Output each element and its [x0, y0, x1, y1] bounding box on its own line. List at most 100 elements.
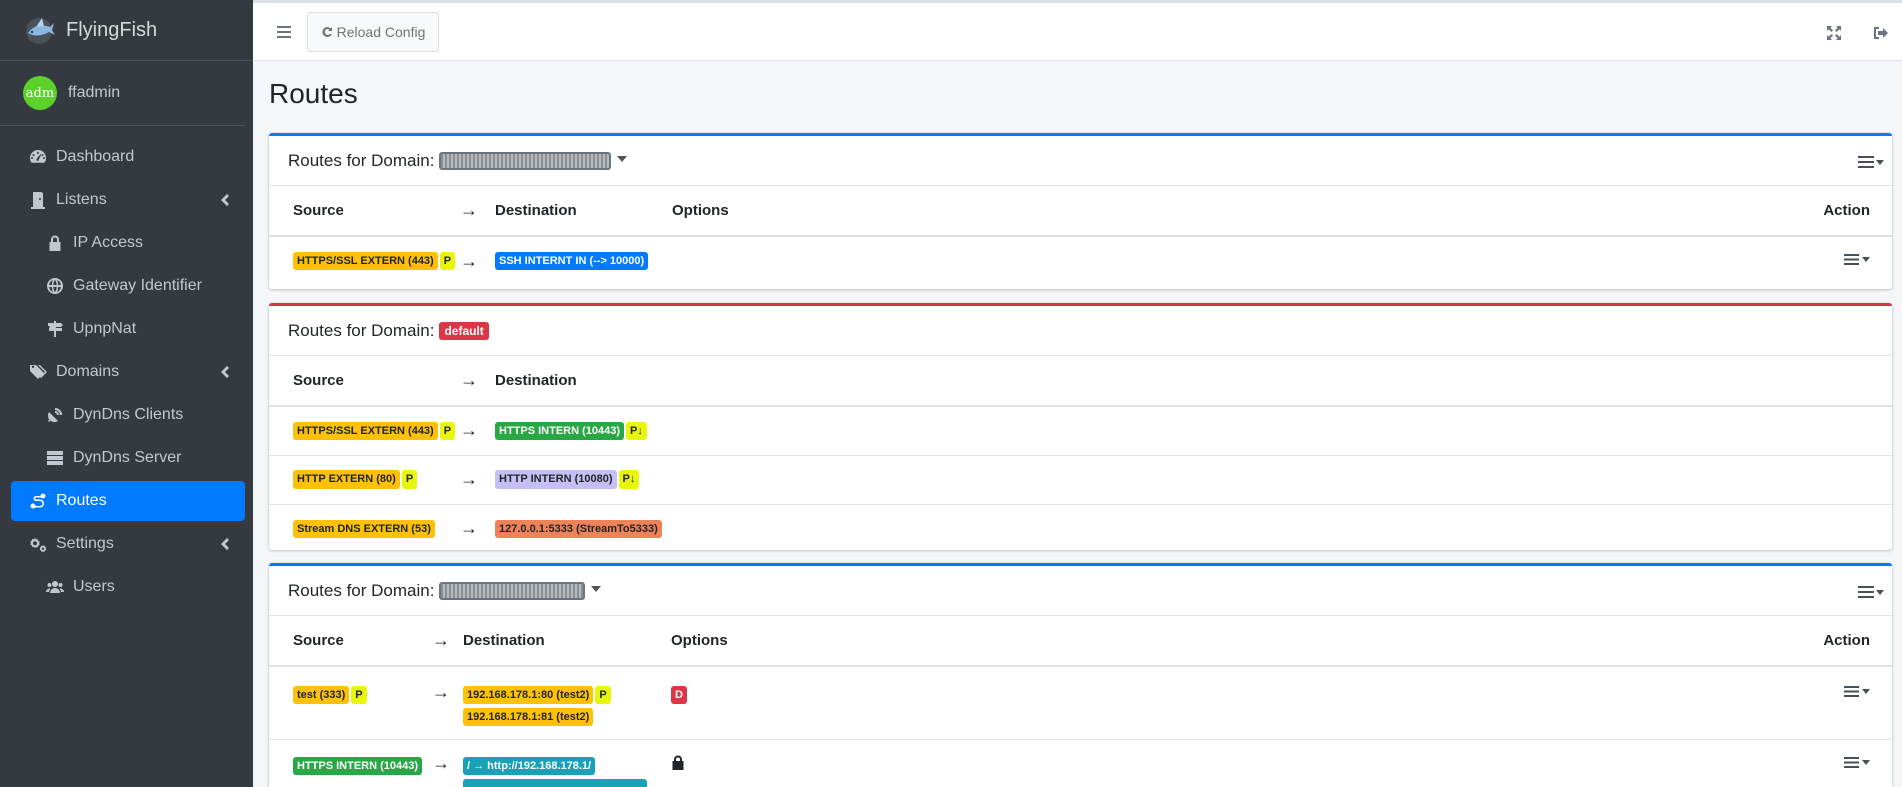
domain-select-redacted[interactable] [439, 581, 586, 600]
card-header: Routes for Domain: [269, 566, 1892, 616]
sidebar-item-dyndns-server[interactable]: DynDns Server [11, 438, 245, 478]
sidebar-item-dyndns-clients[interactable]: DynDns Clients [11, 395, 245, 435]
row-action-menu[interactable] [1844, 253, 1870, 266]
route-card-domain-1: Routes for Domain: Source → Destination … [269, 133, 1892, 289]
sidebar-item-ip-access[interactable]: IP Access [11, 223, 245, 263]
destination-badge-cutoff[interactable] [463, 778, 647, 787]
tachometer-icon [28, 148, 48, 166]
source-badge[interactable]: HTTPS INTERN (10443) [293, 756, 423, 775]
reload-config-label: Reload Config [336, 24, 426, 40]
source-badge[interactable]: HTTP EXTERN (80) [293, 470, 400, 489]
avatar: adm [23, 76, 57, 110]
sidebar-item-domains[interactable]: Domains [11, 352, 245, 392]
bars-icon [1858, 586, 1874, 598]
col-header-action: Action [1223, 186, 1892, 237]
bars-icon [1844, 686, 1859, 697]
destination-badge[interactable]: 192.168.178.1:81 (test2) [463, 708, 594, 727]
sidebar-item-label: UpnpNat [73, 320, 137, 337]
routes-table: Source → Destination Options Action test… [269, 616, 1892, 787]
col-header-arrow: → [460, 356, 495, 407]
sidebar-item-label: IP Access [73, 234, 143, 251]
sidebar-item-label: Domains [56, 363, 120, 380]
destination-badge[interactable]: SSH INTERNT IN (--> 10000) [495, 251, 649, 271]
caret-down-icon [1876, 159, 1884, 165]
user-panel[interactable]: adm ffadmin [0, 61, 245, 126]
sidebar-item-listens[interactable]: Listens [11, 180, 245, 220]
signpost-icon [45, 320, 65, 338]
sidebar-item-label: Gateway Identifier [73, 277, 202, 294]
source-badge[interactable]: test (333) [293, 686, 350, 705]
sidebar-item-dashboard[interactable]: Dashboard [11, 137, 245, 177]
route-arrow: → [432, 665, 463, 739]
col-header-options: Options [672, 186, 1224, 237]
card-title: Routes for Domain: [288, 320, 435, 340]
door-icon [28, 191, 48, 209]
caret-down-icon[interactable] [591, 585, 602, 592]
reload-config-button[interactable]: Reload Config [307, 12, 439, 52]
caret-down-icon[interactable] [617, 155, 628, 162]
card-menu-button[interactable] [1858, 155, 1884, 169]
caret-down-icon [1862, 257, 1870, 262]
user-name[interactable]: ffadmin [68, 84, 120, 102]
fullscreen-icon[interactable] [1826, 25, 1842, 41]
col-header-options: Options [671, 616, 1224, 667]
destination-badge[interactable]: / → http://192.168.178.1/ [463, 756, 596, 775]
caret-down-icon [1862, 689, 1870, 694]
col-header-arrow: → [432, 616, 463, 667]
flying-fish-logo-icon [26, 18, 55, 44]
destination-badge[interactable]: HTTP INTERN (10080) [495, 470, 617, 489]
domain-select-redacted[interactable] [439, 151, 612, 170]
sidebar-item-routes[interactable]: Routes [11, 481, 245, 521]
destination-badge[interactable]: 192.168.178.1:80 (test2) [463, 686, 594, 705]
destination-badge[interactable]: HTTPS INTERN (10443) [495, 421, 625, 440]
top-navbar: Reload Config [253, 0, 1902, 61]
sidebar-item-label: Routes [56, 492, 107, 509]
options-cell [672, 235, 1224, 285]
sidebar-item-users[interactable]: Users [11, 567, 245, 607]
sidebar-item-label: Dashboard [56, 148, 135, 165]
cogs-icon [28, 535, 48, 553]
row-action-menu[interactable] [1844, 685, 1870, 698]
sidebar-item-label: Users [73, 578, 115, 595]
brand-link[interactable]: FlyingFish [0, 0, 253, 61]
destination-flag-badge: P [595, 686, 611, 705]
destination-flag-badge: P↓ [618, 470, 640, 489]
sidebar-nav: Dashboard Listens IP Access Gateway Iden… [0, 126, 253, 607]
route-icon [28, 492, 48, 510]
col-header-action: Action [1223, 616, 1892, 667]
route-arrow: → [460, 454, 495, 504]
source-badge[interactable]: Stream DNS EXTERN (53) [293, 519, 435, 538]
routes-table: Source → Destination Options Action HTTP… [269, 186, 1892, 285]
routes-table: Source → Destination HTTPS/SSL EXTERN (4… [269, 356, 1892, 550]
card-header: Routes for Domain: default [269, 306, 1892, 356]
brand-text: FlyingFish [66, 18, 158, 41]
col-header-source: Source [269, 616, 432, 667]
sidebar-item-gateway-identifier[interactable]: Gateway Identifier [11, 266, 245, 306]
source-flag-badge: P [351, 686, 367, 705]
logout-icon[interactable] [1873, 25, 1889, 41]
table-row: HTTPS/SSL EXTERN (443) P → SSH INTERNT IN… [269, 235, 1892, 285]
source-flag-badge: P [401, 470, 418, 489]
col-header-destination: Destination [495, 356, 1892, 407]
globe-icon [45, 277, 65, 295]
sidebar-item-label: DynDns Clients [73, 406, 184, 423]
chevron-left-icon [221, 365, 229, 379]
source-badge[interactable]: HTTPS/SSL EXTERN (443) [293, 251, 438, 271]
sidebar-item-label: Listens [56, 191, 107, 208]
card-menu-button[interactable] [1858, 585, 1884, 599]
main-content: Routes Routes for Domain: Source → Desti… [253, 61, 1902, 787]
source-badge[interactable]: HTTPS/SSL EXTERN (443) [293, 421, 438, 440]
lock-icon [45, 234, 65, 252]
redo-icon [322, 27, 332, 37]
option-badge: D [671, 686, 687, 705]
hamburger-menu-icon[interactable] [277, 25, 291, 39]
col-header-destination: Destination [495, 186, 672, 237]
table-row: HTTPS INTERN (10443) → / → http://192.16… [269, 738, 1892, 787]
domain-badge-default: default [439, 321, 489, 340]
card-title: Routes for Domain: [288, 580, 435, 600]
sidebar-item-upnpnat[interactable]: UpnpNat [11, 309, 245, 349]
col-header-source: Source [269, 356, 460, 407]
row-action-menu[interactable] [1844, 756, 1870, 769]
destination-badge[interactable]: 127.0.0.1:5333 (StreamTo5333) [495, 519, 662, 538]
sidebar-item-settings[interactable]: Settings [11, 524, 245, 564]
